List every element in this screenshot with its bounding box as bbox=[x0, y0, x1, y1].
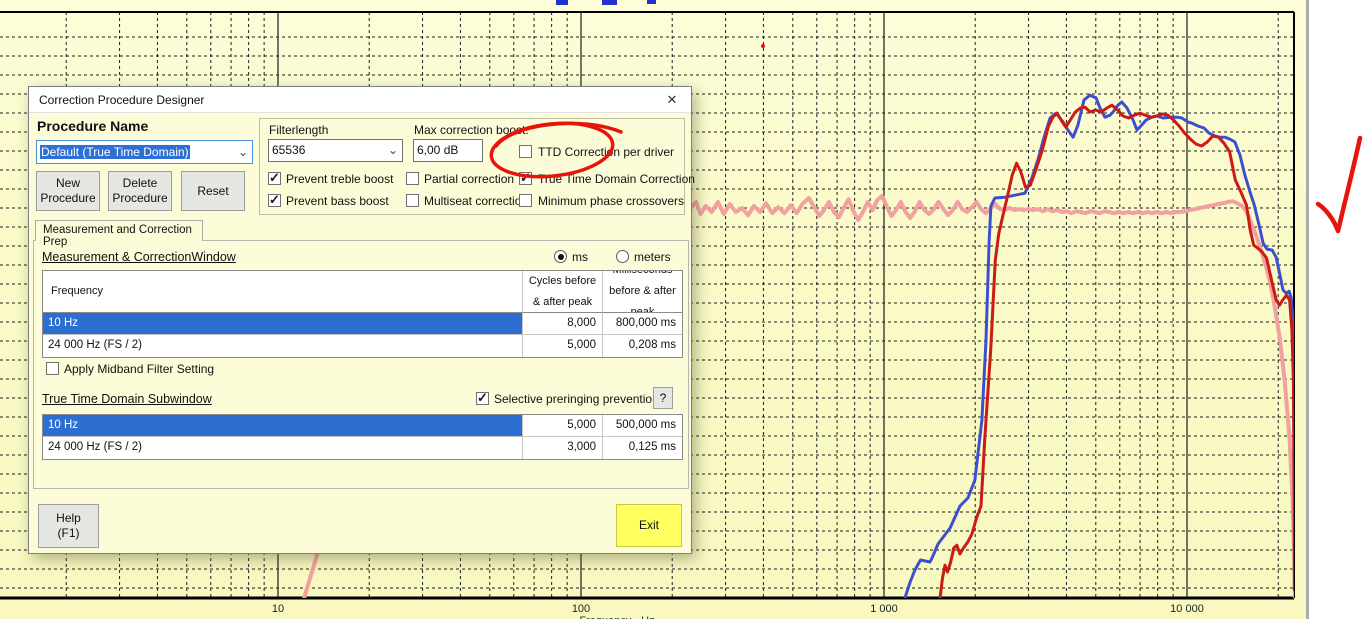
x-tick-label: 10 000 bbox=[1170, 603, 1204, 615]
procedure-select[interactable]: Default (True Time Domain) ⌄ bbox=[36, 140, 253, 164]
frequency-header: Frequency bbox=[43, 271, 523, 313]
prevent-treble-label: Prevent treble boost bbox=[286, 172, 393, 186]
preringing-help-button[interactable]: ? bbox=[653, 387, 673, 409]
multiseat-checkbox[interactable] bbox=[406, 194, 419, 207]
midband-filter-checkbox[interactable] bbox=[46, 362, 59, 375]
frequency-cell[interactable]: 24 000 Hz (FS / 2) bbox=[43, 335, 523, 357]
ttd-correction-checkbox[interactable] bbox=[519, 172, 532, 185]
milliseconds-header: Milliseconds before & after peak bbox=[603, 271, 682, 313]
x-tick-label: 10 bbox=[272, 603, 284, 615]
max-boost-label: Max correction boost: bbox=[414, 123, 529, 137]
series-corrected-blue bbox=[905, 95, 1295, 598]
filterlength-label: Filterlength bbox=[269, 123, 328, 137]
ttd-subwindow-section-title: True Time Domain Subwindow bbox=[42, 392, 212, 406]
partial-correction-checkbox[interactable] bbox=[406, 172, 419, 185]
clipped-chart-title-fragment bbox=[556, 0, 568, 5]
help-button-line2: (F1) bbox=[58, 526, 80, 541]
table-row[interactable]: 24 000 Hz (FS / 2) 3,000 0,125 ms bbox=[43, 437, 682, 459]
cycles-cell[interactable]: 5,000 bbox=[523, 335, 603, 357]
cycles-cell[interactable]: 3,000 bbox=[523, 437, 603, 459]
exit-button[interactable]: Exit bbox=[616, 504, 682, 547]
milliseconds-cell[interactable]: 800,000 ms bbox=[603, 313, 682, 335]
cycles-cell[interactable]: 8,000 bbox=[523, 313, 603, 335]
milliseconds-cell[interactable]: 500,000 ms bbox=[603, 415, 682, 437]
filterlength-value: 65536 bbox=[272, 143, 305, 157]
series-corrected-red bbox=[940, 105, 1294, 598]
measurement-window-table: Frequency Cycles before & after peak Mil… bbox=[42, 270, 683, 358]
multiseat-label: Multiseat correction bbox=[424, 194, 528, 208]
unit-ms-label: ms bbox=[572, 250, 588, 264]
right-gutter bbox=[1309, 0, 1367, 619]
frequency-cell[interactable]: 10 Hz bbox=[43, 313, 523, 335]
prevent-bass-label: Prevent bass boost bbox=[286, 194, 389, 208]
x-axis-title-clipped: Frequency - Hz bbox=[579, 615, 654, 619]
table-row[interactable]: 24 000 Hz (FS / 2) 5,000 0,208 ms bbox=[43, 335, 682, 357]
milliseconds-cell[interactable]: 0,125 ms bbox=[603, 437, 682, 459]
table-row[interactable]: 10 Hz 8,000 800,000 ms bbox=[43, 313, 682, 335]
tab-page: Measurement & CorrectionWindow ms meters… bbox=[33, 240, 689, 489]
close-icon[interactable]: ✕ bbox=[663, 91, 681, 109]
unit-ms-radio[interactable] bbox=[554, 250, 567, 263]
correction-procedure-designer-dialog: Correction Procedure Designer ✕ Procedur… bbox=[28, 86, 692, 554]
unit-meters-label: meters bbox=[634, 250, 671, 264]
delete-procedure-button[interactable]: Delete Procedure bbox=[108, 171, 172, 211]
clipped-chart-title-fragment bbox=[647, 0, 656, 4]
help-button-line1: Help bbox=[56, 511, 81, 526]
midband-filter-label: Apply Midband Filter Setting bbox=[64, 362, 214, 376]
ttd-correction-label: True Time Domain Correction bbox=[538, 172, 695, 186]
chevron-down-icon[interactable]: ⌄ bbox=[388, 140, 398, 161]
filterlength-select[interactable]: 65536 ⌄ bbox=[268, 139, 403, 162]
measurement-window-section-title: Measurement & CorrectionWindow bbox=[42, 250, 236, 264]
cycles-cell[interactable]: 5,000 bbox=[523, 415, 603, 437]
screen: 10 100 1 000 10 000 Frequency - Hz Correctio… bbox=[0, 0, 1367, 619]
table-row[interactable]: 10 Hz 5,000 500,000 ms bbox=[43, 415, 682, 437]
min-phase-label: Minimum phase crossovers bbox=[538, 194, 684, 208]
max-boost-value: 6,00 dB bbox=[417, 143, 458, 157]
stray-red-dot bbox=[761, 44, 765, 48]
cycles-header: Cycles before & after peak bbox=[523, 271, 603, 313]
dialog-titlebar[interactable]: Correction Procedure Designer ✕ bbox=[29, 87, 691, 113]
preringing-label: Selective preringing prevention bbox=[494, 392, 659, 406]
table-header-row: Frequency Cycles before & after peak Mil… bbox=[43, 271, 682, 313]
max-boost-field[interactable]: 6,00 dB bbox=[413, 139, 483, 162]
preringing-checkbox[interactable] bbox=[476, 392, 489, 405]
help-button[interactable]: Help (F1) bbox=[38, 504, 99, 548]
new-procedure-button[interactable]: New Procedure bbox=[36, 171, 100, 211]
partial-correction-label: Partial correction bbox=[424, 172, 514, 186]
x-tick-label: 100 bbox=[572, 603, 590, 615]
reset-button[interactable]: Reset bbox=[181, 171, 245, 211]
chevron-down-icon[interactable]: ⌄ bbox=[238, 141, 248, 163]
unit-meters-radio[interactable] bbox=[616, 250, 629, 263]
tab-measurement-and-correction-prep[interactable]: Measurement and Correction Prep bbox=[35, 220, 203, 241]
x-tick-label: 1 000 bbox=[870, 603, 898, 615]
frequency-cell[interactable]: 10 Hz bbox=[43, 415, 523, 437]
min-phase-checkbox[interactable] bbox=[519, 194, 532, 207]
dialog-title: Correction Procedure Designer bbox=[39, 93, 204, 107]
prevent-treble-checkbox[interactable] bbox=[268, 172, 281, 185]
milliseconds-cell[interactable]: 0,208 ms bbox=[603, 335, 682, 357]
procedure-selected-value: Default (True Time Domain) bbox=[40, 145, 190, 159]
ttd-per-driver-checkbox[interactable] bbox=[519, 145, 532, 158]
ttd-per-driver-label: TTD Correction per driver bbox=[538, 145, 674, 159]
procedure-name-heading: Procedure Name bbox=[37, 118, 148, 134]
settings-groupbox: Filterlength 65536 ⌄ Max correction boos… bbox=[259, 118, 685, 215]
prevent-bass-checkbox[interactable] bbox=[268, 194, 281, 207]
ttd-subwindow-table: 10 Hz 5,000 500,000 ms 24 000 Hz (FS / 2… bbox=[42, 414, 683, 460]
frequency-cell[interactable]: 24 000 Hz (FS / 2) bbox=[43, 437, 523, 459]
clipped-chart-title-fragment bbox=[602, 0, 617, 5]
